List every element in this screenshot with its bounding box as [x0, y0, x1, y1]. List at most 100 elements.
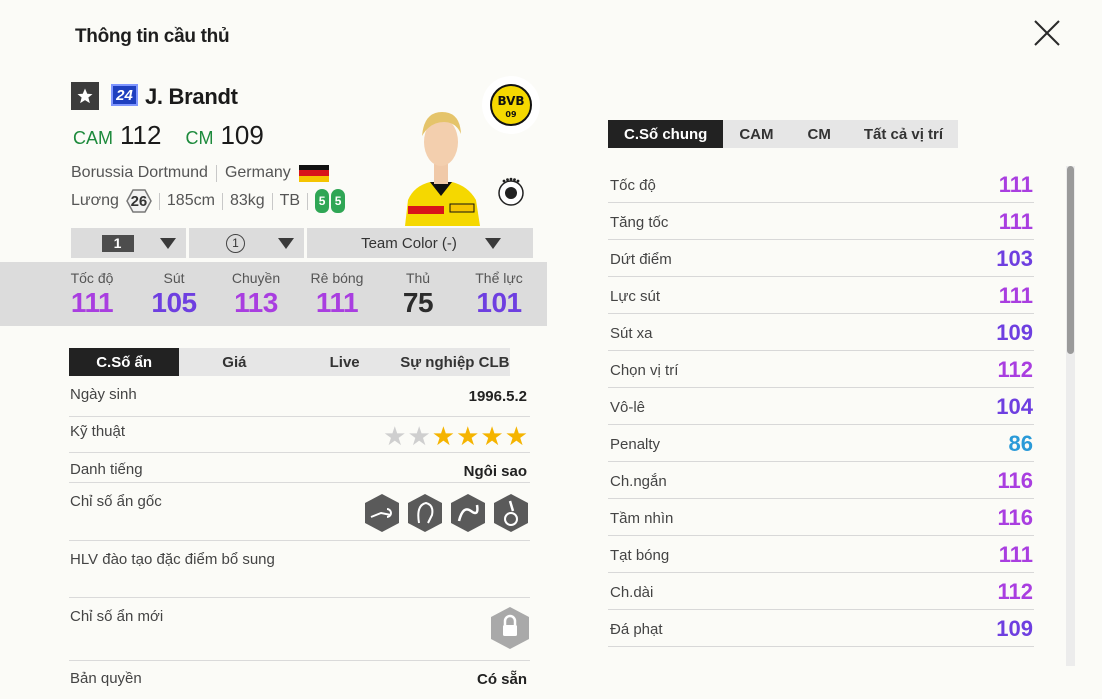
attribute-value: 116 — [997, 505, 1034, 530]
summary-stat: Chuyền 113 — [216, 270, 296, 319]
skill-stars: ★ ★ ★ ★ ★ ★ — [383, 423, 528, 449]
star-empty-icon: ★ — [383, 421, 407, 451]
attribute-row: Đá phạt 109 — [608, 610, 1034, 647]
info-row-fame: Danh tiếng Ngôi sao — [69, 453, 530, 483]
stat-label: Tốc độ — [70, 270, 114, 286]
tab-all-positions[interactable]: Tất cả vị trí — [849, 120, 958, 148]
attribute-label: Tốc độ — [610, 177, 656, 194]
attribute-label: Đá phạt — [610, 621, 663, 638]
long-shot-trait-icon[interactable] — [363, 493, 401, 533]
attribute-value: 111 — [998, 283, 1033, 308]
attribute-label: Lực sút — [610, 288, 661, 305]
summary-stat: Thể lực 101 — [459, 270, 539, 319]
playmaker-trait-icon[interactable] — [406, 493, 444, 533]
salary-value: 26 — [130, 192, 148, 210]
attribute-label: Tầm nhìn — [610, 510, 674, 527]
info-row-coach: HLV đào tạo đặc điểm bổ sung — [69, 541, 530, 598]
stat-value: 75 — [402, 287, 434, 318]
attribute-value: 111 — [998, 542, 1033, 567]
info-row-new-traits: Chỉ số ẩn mới — [69, 598, 530, 661]
stat-label: Sút — [163, 270, 185, 286]
star-empty-icon: ★ — [407, 421, 431, 451]
stat-value: 105 — [151, 287, 197, 318]
season-badge: 24 — [111, 84, 138, 106]
tab-hidden-stats[interactable]: C.Số ẩn — [69, 348, 180, 376]
attribute-row: Tạt bóng 111 — [608, 536, 1034, 573]
tab-cam[interactable]: CAM — [723, 120, 789, 148]
attribute-value: 86 — [1008, 431, 1033, 456]
info-value: 1996.5.2 — [468, 388, 527, 405]
position-ovr: 109 — [220, 120, 264, 150]
player-name: J. Brandt — [145, 84, 238, 109]
tab-price[interactable]: Giá — [179, 348, 289, 376]
stat-value: 111 — [315, 287, 359, 318]
level-dropdown[interactable]: 1 — [71, 228, 186, 258]
club-name: Borussia Dortmund — [71, 164, 208, 181]
germany-flag-icon — [298, 164, 329, 182]
attribute-row: Vô-lê 104 — [608, 388, 1034, 425]
attribute-row: Penalty 86 — [608, 425, 1034, 462]
stat-value: 111 — [70, 287, 114, 318]
tab-general-stats[interactable]: C.Số chung — [608, 120, 724, 148]
summary-stat: Rê bóng 111 — [297, 270, 377, 319]
stat-label: Thể lực — [475, 270, 523, 286]
left-foot-icon: 5 — [315, 189, 330, 213]
attribute-row: Ch.dài 112 — [608, 573, 1034, 610]
club-nation-line: Borussia Dortmund Germany — [71, 164, 329, 182]
club-logo-text: BVB — [497, 94, 524, 108]
attribute-label: Chọn vị trí — [610, 362, 679, 379]
tab-club-career[interactable]: Sự nghiệp CLB — [400, 348, 510, 376]
summary-stat: Tốc độ 111 — [52, 270, 132, 319]
lock-icon[interactable] — [490, 606, 530, 650]
team-color-dropdown[interactable]: Team Color (-) — [307, 228, 533, 258]
info-label: Ngày sinh — [70, 386, 137, 403]
stat-label: Chuyền — [231, 270, 281, 286]
info-value: Có sẵn — [476, 671, 527, 688]
attribute-value: 112 — [997, 579, 1034, 604]
chevron-down-icon — [485, 238, 501, 249]
info-label: Chỉ số ẩn mới — [70, 608, 164, 625]
position-ratings: CAM 112 CM 109 — [73, 120, 264, 151]
trait-icons — [363, 493, 530, 533]
attribute-label: Ch.ngắn — [610, 473, 667, 490]
attribute-row: Tầm nhìn 116 — [608, 499, 1034, 536]
attribute-label: Tạt bóng — [610, 547, 670, 564]
summary-stat: Thủ 75 — [378, 270, 458, 319]
info-label: Chỉ số ẩn gốc — [70, 493, 162, 510]
tab-cm[interactable]: CM — [790, 120, 849, 148]
player-portrait — [405, 112, 480, 226]
close-icon[interactable] — [1032, 18, 1062, 48]
attribute-value: 111 — [998, 209, 1033, 234]
chevron-down-icon — [278, 238, 294, 249]
height-value: 185cm — [166, 192, 215, 209]
info-label: Kỹ thuật — [70, 423, 126, 440]
favorite-star-icon[interactable] — [71, 82, 99, 110]
chevron-down-icon — [160, 238, 176, 249]
stat-label: Thủ — [405, 270, 431, 286]
weight-value: 83kg — [229, 192, 265, 209]
star-filled-icon: ★ — [504, 421, 528, 451]
stat-value: 101 — [476, 287, 522, 318]
info-label: Danh tiếng — [70, 461, 143, 478]
club-logo: BVB 09 — [482, 76, 540, 134]
upgrade-dropdown[interactable]: 1 — [189, 228, 304, 258]
attribute-value: 104 — [996, 394, 1033, 419]
info-row-license: Bản quyền Có sẵn — [69, 661, 530, 698]
foot-rating: 5 5 — [315, 189, 346, 213]
summary-stats: Tốc độ 111 Sút 105 Chuyền 113 Rê bóng 11… — [0, 262, 547, 326]
star-filled-icon: ★ — [456, 421, 480, 451]
left-tabs: C.Số ẩn Giá Live Sự nghiệp CLB — [69, 348, 510, 376]
info-value: Ngôi sao — [463, 463, 527, 480]
info-row-traits: Chỉ số ẩn gốc — [69, 483, 530, 541]
position-label: CAM — [73, 128, 113, 148]
attribute-row: Dứt điểm 103 — [608, 240, 1034, 277]
finesse-trait-icon[interactable] — [492, 493, 530, 533]
right-foot-icon: 5 — [331, 189, 346, 213]
scrollbar-thumb[interactable] — [1067, 166, 1074, 354]
attribute-row: Chọn vị trí 112 — [608, 351, 1034, 388]
tab-live[interactable]: Live — [290, 348, 400, 376]
star-filled-icon: ★ — [431, 421, 456, 451]
attribute-label: Penalty — [610, 436, 661, 453]
dribbler-trait-icon[interactable] — [449, 493, 487, 533]
level-value: 1 — [101, 234, 134, 252]
